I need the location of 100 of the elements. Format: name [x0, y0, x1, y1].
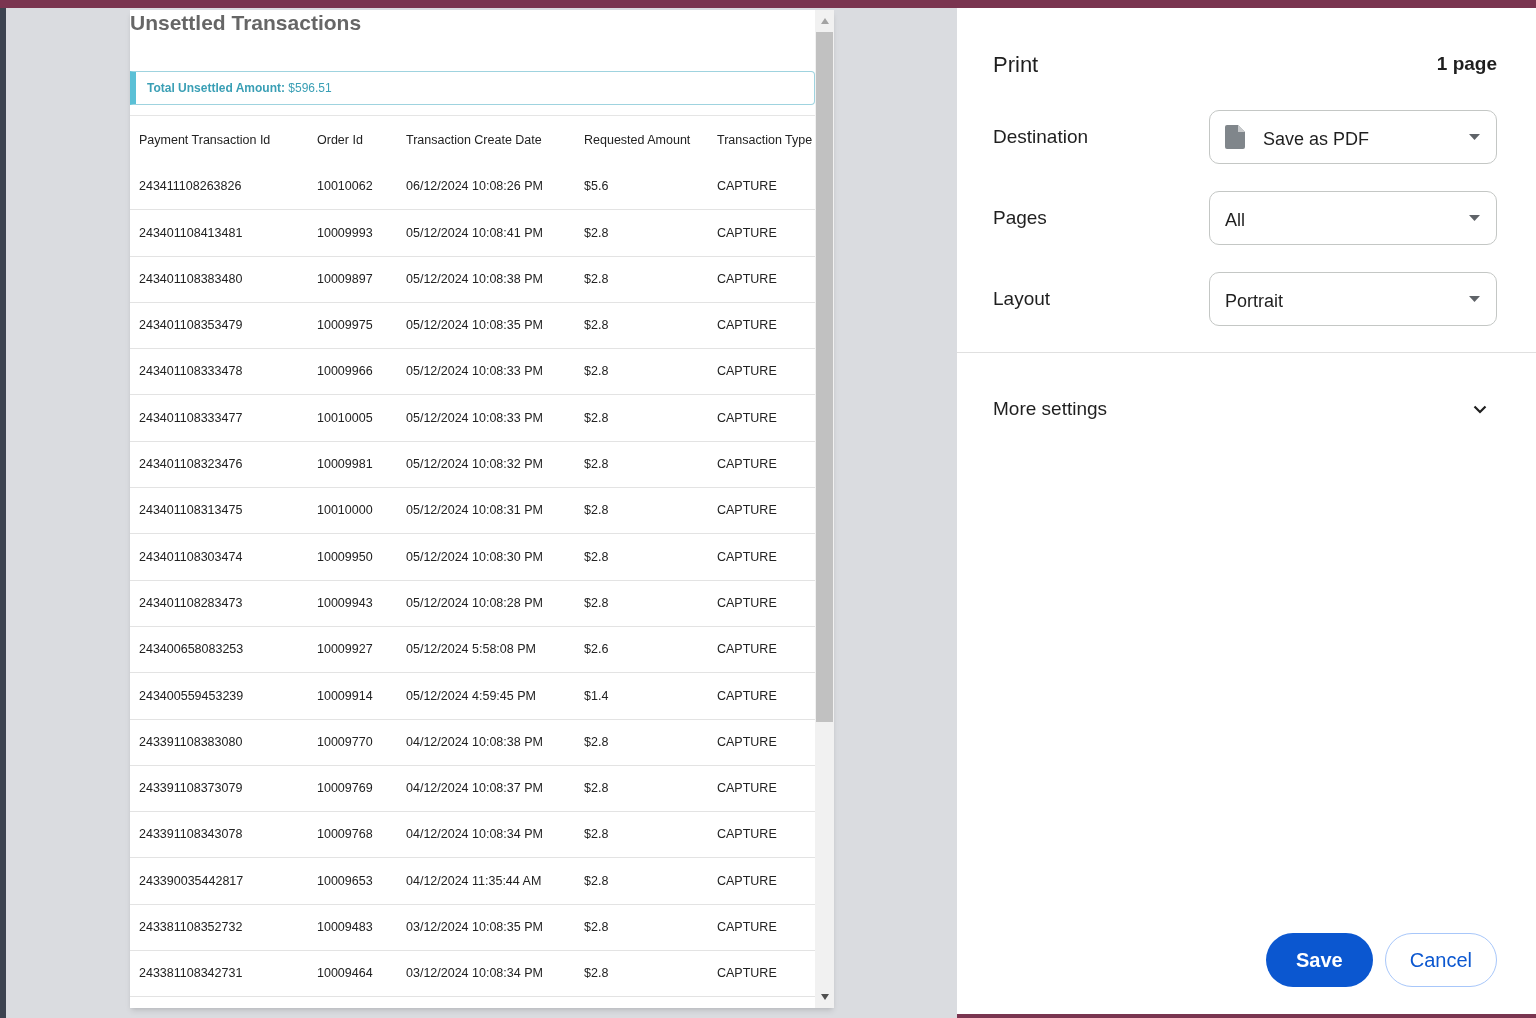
table-cell-text: CAPTURE: [717, 965, 778, 983]
table-cell-text: CAPTURE: [717, 317, 778, 335]
table-cell-text: $2.6: [584, 641, 610, 659]
table-cell-text: CAPTURE: [717, 641, 778, 659]
table-cell-text: 243390035442817: [139, 872, 245, 890]
table-cell-text: 10009966: [317, 363, 374, 381]
table-cell-text: 243391108343078: [139, 826, 244, 844]
table-cell-text: 10010005: [317, 409, 374, 427]
table-cell-text: 243401108313475: [139, 502, 244, 520]
table-cell-text: $2.8: [584, 733, 610, 751]
table-cell-text: 10009914: [317, 687, 374, 705]
table-cell-text: CAPTURE: [717, 178, 778, 196]
table-cell-text: 10009943: [317, 594, 374, 612]
table-cell-text: CAPTURE: [717, 826, 778, 844]
table-cell-text: 05/12/2024 4:59:45 PM: [406, 687, 537, 705]
scroll-down-icon[interactable]: [820, 994, 829, 1000]
more-settings-toggle[interactable]: More settings: [957, 395, 1536, 424]
table-cell-text: $2.8: [584, 826, 610, 844]
table-cell-text: CAPTURE: [717, 687, 778, 705]
table-cell-text: 10009993: [317, 224, 374, 242]
column-header: Order Id: [317, 131, 364, 149]
print-title: Print: [993, 51, 1039, 79]
table-cell-text: $5.6: [584, 178, 610, 196]
setting-dropdown[interactable]: Save as PDF: [1209, 110, 1497, 164]
table-cell-text: CAPTURE: [717, 456, 778, 474]
column-header: Requested Amount: [584, 131, 692, 149]
table-cell-text: CAPTURE: [717, 594, 778, 612]
table-cell-text: 10009769: [317, 780, 374, 798]
table-cell-text: 243401108323476: [139, 456, 244, 474]
table-cell-text: CAPTURE: [717, 733, 778, 751]
table-cell-text: CAPTURE: [717, 919, 778, 936]
table-cell-text: 243401108353479: [139, 317, 244, 335]
table-cell-text: $2.8: [584, 409, 610, 427]
table-cell-text: 05/12/2024 10:08:41 PM: [406, 224, 544, 242]
table-cell-text: 05/12/2024 10:08:30 PM: [406, 548, 544, 566]
chevron-down-icon: [1473, 404, 1487, 414]
report-title: Unsettled Transactions: [130, 10, 362, 36]
table-cell-text: 03/12/2024 10:08:35 PM: [406, 919, 544, 936]
table-cell-text: 243381108352732: [139, 919, 244, 936]
table-cell-text: 10009975: [317, 317, 374, 335]
table-cell-text: $2.8: [584, 502, 610, 520]
table-cell-text: 10009927: [317, 641, 374, 659]
table-cell-text: 05/12/2024 10:08:32 PM: [406, 456, 544, 474]
setting-dropdown[interactable]: All: [1209, 191, 1497, 245]
table-cell-text: $2.8: [584, 780, 610, 798]
table-cell-text: $2.8: [584, 363, 610, 381]
table-cell-text: CAPTURE: [717, 780, 778, 798]
table-cell-text: $2.8: [584, 548, 610, 566]
table-cell-text: $2.8: [584, 919, 610, 936]
dropdown-arrow-icon: [1469, 215, 1480, 221]
table-cell-text: 05/12/2024 5:58:08 PM: [406, 641, 537, 659]
page-count: 1 page: [1436, 52, 1497, 77]
scrollbar-thumb[interactable]: [816, 32, 833, 722]
table-cell-text: $2.8: [584, 965, 610, 983]
table-cell-text: 05/12/2024 10:08:35 PM: [406, 317, 544, 335]
setting-dropdown[interactable]: Portrait: [1209, 272, 1497, 326]
table-cell-text: 243400658083253: [139, 641, 245, 659]
table-cell-text: CAPTURE: [717, 409, 778, 427]
table-cell-text: CAPTURE: [717, 224, 778, 242]
setting-label: Destination: [993, 124, 1089, 149]
table-cell-text: 243391108373079: [139, 780, 244, 798]
table-cell-text: $2.8: [584, 456, 610, 474]
table-cell-text: 10010062: [317, 178, 374, 196]
save-button[interactable]: Save: [1266, 933, 1373, 987]
column-header: Payment Transaction Id: [139, 131, 272, 149]
table-cell-text: $2.8: [584, 224, 610, 242]
table-cell-text: CAPTURE: [717, 872, 778, 890]
table-cell-text: 10009950: [317, 548, 374, 566]
table-cell-text: 03/12/2024 10:08:34 PM: [406, 965, 544, 983]
table-cell-text: 04/12/2024 10:08:34 PM: [406, 826, 544, 844]
table-cell-text: CAPTURE: [717, 548, 778, 566]
cancel-button[interactable]: Cancel: [1384, 933, 1497, 987]
table-cell-text: 243391108383080: [139, 733, 244, 751]
table-cell-text: 243381108342731: [139, 965, 244, 983]
table-cell-text: 10009768: [317, 826, 374, 844]
table-cell-text: $2.8: [584, 317, 610, 335]
table-cell-text: CAPTURE: [717, 502, 778, 520]
document-icon: [1225, 125, 1245, 149]
table-cell-text: 05/12/2024 10:08:28 PM: [406, 594, 544, 612]
table-cell-text: 04/12/2024 11:35:44 AM: [406, 872, 543, 890]
dropdown-arrow-icon: [1469, 134, 1480, 140]
table-cell-text: 243400559453239: [139, 687, 245, 705]
column-header: Transaction Create Date: [406, 131, 543, 149]
column-header: Transaction Type: [717, 131, 814, 149]
table-cell-text: 10009981: [317, 456, 374, 474]
table-cell-text: 243401108333477: [139, 409, 244, 427]
table-cell-text: 10009770: [317, 733, 374, 751]
table-cell-text: 243411108263826: [139, 178, 243, 196]
table-cell-text: CAPTURE: [717, 363, 778, 381]
table-cell-text: $2.8: [584, 872, 610, 890]
table-cell-text: 05/12/2024 10:08:33 PM: [406, 409, 544, 427]
table-cell-text: CAPTURE: [717, 270, 778, 288]
table-cell-text: 04/12/2024 10:08:38 PM: [406, 733, 544, 751]
table-cell-text: $1.4: [584, 687, 610, 705]
scroll-up-icon[interactable]: [820, 18, 829, 24]
table-cell-text: 243401108383480: [139, 270, 244, 288]
table-cell-text: $2.8: [584, 270, 610, 288]
total-amount-text: Total Unsettled Amount: $596.51: [147, 80, 332, 97]
table-cell-text: 04/12/2024 10:08:37 PM: [406, 780, 544, 798]
table-cell-text: 243401108413481: [139, 224, 244, 242]
